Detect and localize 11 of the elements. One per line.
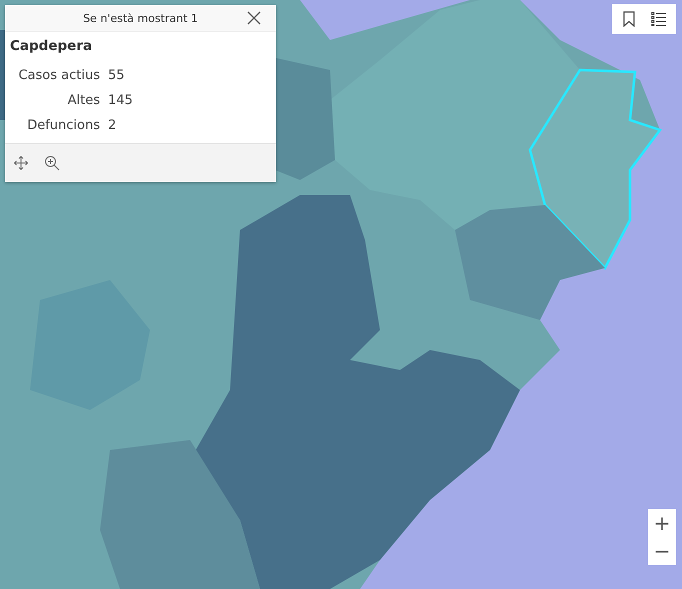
field-value: 2 <box>108 118 116 133</box>
zoom-to-icon[interactable] <box>44 155 60 171</box>
move-icon[interactable] <box>14 156 28 170</box>
feature-title: Capdepera <box>10 38 94 54</box>
field-label: Defuncions <box>27 118 100 133</box>
close-button[interactable] <box>246 10 262 26</box>
field-label: Altes <box>68 93 100 108</box>
field-label: Casos actius <box>18 68 100 83</box>
popup-header-text: Se n'està mostrant 1 <box>83 12 198 24</box>
field-value: 145 <box>108 93 133 108</box>
field-value: 55 <box>108 68 125 83</box>
